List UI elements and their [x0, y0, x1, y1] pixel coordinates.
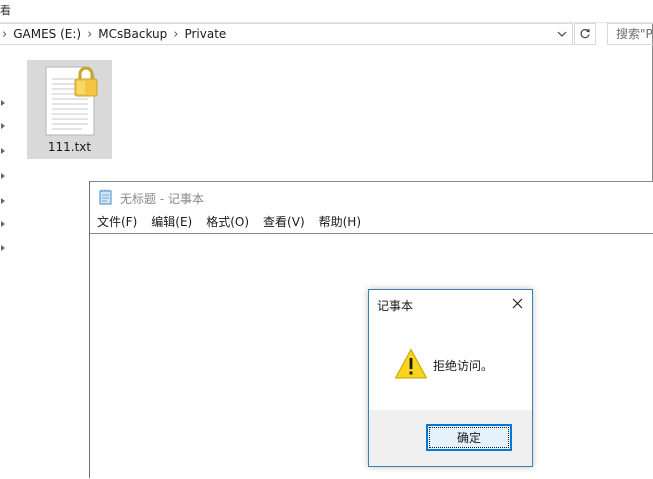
chevron-down-icon — [557, 31, 567, 37]
access-denied-dialog: 记事本 拒绝访问。 确定 — [368, 289, 533, 467]
menu-format[interactable]: 格式(O) — [199, 212, 256, 232]
address-bar[interactable]: › GAMES (E:) › MCsBackup › Private — [0, 23, 573, 45]
breadcrumb-mcsbackup[interactable]: MCsBackup — [98, 27, 171, 41]
nav-expand-icon[interactable] — [1, 245, 5, 251]
dialog-close-button[interactable] — [508, 294, 526, 312]
locked-text-file-icon — [45, 66, 98, 136]
dialog-button-area: 确定 — [369, 410, 532, 466]
file-item-111-txt[interactable]: 111.txt — [27, 60, 112, 159]
breadcrumb-chevron-icon[interactable]: › — [85, 27, 98, 42]
navigation-pane-edge — [0, 95, 8, 265]
search-input[interactable]: 搜索"Pr — [607, 23, 653, 45]
breadcrumb-chevron-icon[interactable]: › — [171, 27, 184, 42]
address-history-dropdown[interactable] — [552, 24, 572, 44]
dialog-message: 拒绝访问。 — [433, 359, 494, 373]
file-name-label: 111.txt — [47, 140, 92, 154]
menu-help[interactable]: 帮助(H) — [312, 212, 368, 232]
notepad-titlebar[interactable]: 无标题 - 记事本 — [90, 182, 653, 212]
menu-view[interactable]: 查看(V) — [256, 212, 312, 232]
nav-expand-icon[interactable] — [1, 198, 5, 204]
menu-edit[interactable]: 编辑(E) — [144, 212, 199, 232]
ribbon-fragment-text: 看 — [0, 4, 11, 17]
close-icon — [512, 298, 522, 308]
nav-expand-icon[interactable] — [1, 173, 5, 179]
focus-ring — [429, 427, 509, 448]
notepad-menubar: 文件(F) 编辑(E) 格式(O) 查看(V) 帮助(H) — [90, 212, 653, 232]
nav-expand-icon[interactable] — [1, 123, 5, 129]
nav-expand-icon[interactable] — [1, 148, 5, 154]
breadcrumb-chevron-icon[interactable]: › — [0, 27, 13, 42]
menu-file[interactable]: 文件(F) — [90, 212, 144, 232]
nav-expand-icon[interactable] — [1, 221, 5, 227]
notepad-icon — [99, 189, 112, 205]
ok-button[interactable]: 确定 — [426, 424, 512, 451]
notepad-title: 无标题 - 记事本 — [120, 192, 204, 206]
refresh-icon — [580, 28, 590, 39]
warning-icon — [395, 349, 427, 379]
breadcrumb-games-drive[interactable]: GAMES (E:) — [13, 27, 85, 41]
breadcrumb-private[interactable]: Private — [184, 27, 230, 41]
dialog-title: 记事本 — [377, 299, 414, 313]
refresh-button[interactable] — [574, 23, 596, 45]
explorer-ribbon-edge: 看 — [0, 0, 653, 23]
nav-expand-icon[interactable] — [1, 100, 5, 106]
